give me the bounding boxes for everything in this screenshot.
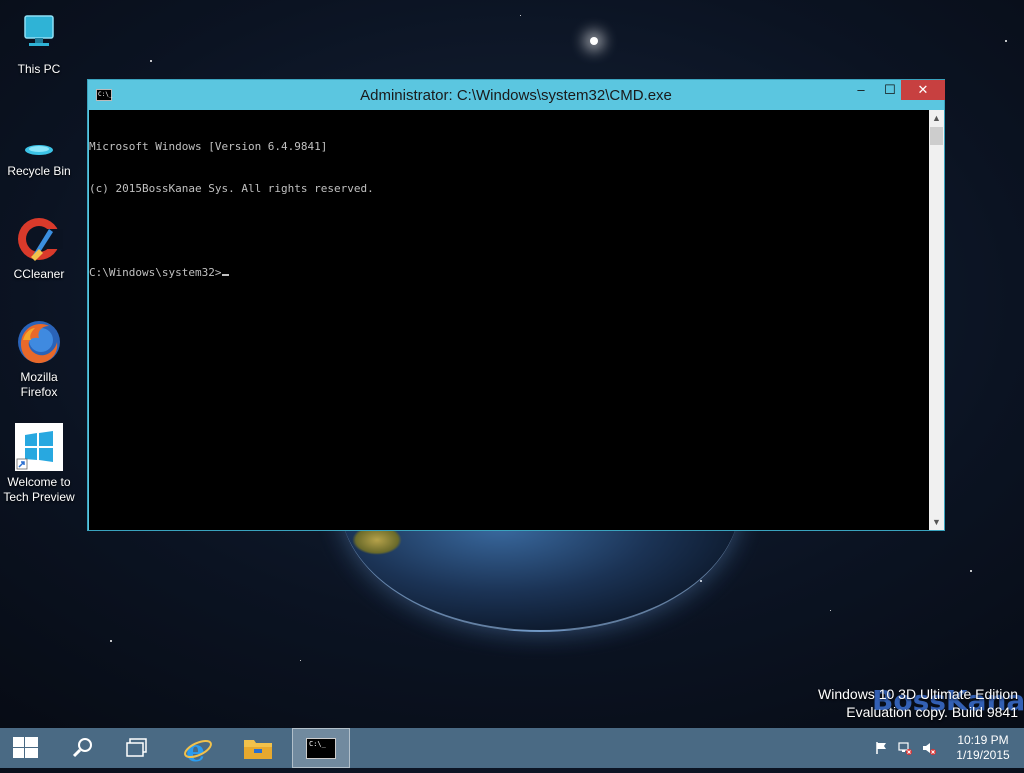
close-button[interactable]: ✕ <box>901 80 945 100</box>
desktop-icon-firefox[interactable]: Mozilla Firefox <box>0 318 78 400</box>
star <box>700 580 702 582</box>
title-bar[interactable]: C:\_ Administrator: C:\Windows\system32\… <box>88 80 945 110</box>
firefox-icon <box>15 318 63 366</box>
cmd-taskbar-button[interactable]: C:\_ <box>292 728 350 768</box>
clock[interactable]: 10:19 PM 1/19/2015 <box>948 733 1018 763</box>
desktop-icon-label: CCleaner <box>13 267 65 281</box>
vertical-scrollbar[interactable]: ▲ ▼ <box>929 110 944 530</box>
console-prompt: C:\Windows\system32> <box>89 266 222 279</box>
network-icon[interactable] <box>898 741 912 755</box>
file-explorer-button[interactable] <box>230 728 286 768</box>
taskbar: e C:\_ 10:19 PM 1/19/2015 <box>0 728 1024 769</box>
minimize-button[interactable]: – <box>846 80 876 100</box>
scroll-up-arrow-icon[interactable]: ▲ <box>929 110 944 126</box>
task-view-button[interactable] <box>110 728 166 768</box>
console-output[interactable]: Microsoft Windows [Version 6.4.9841] (c)… <box>89 110 929 530</box>
edition-watermark: Windows 10 3D Ultimate Edition Evaluatio… <box>818 685 1018 721</box>
ccleaner-icon <box>15 215 63 263</box>
scroll-thumb[interactable] <box>930 127 943 145</box>
desktop-icon-welcome[interactable]: Welcome to Tech Preview <box>0 423 78 505</box>
desktop-icon-label: Mozilla Firefox <box>20 370 58 399</box>
text-cursor <box>222 274 230 276</box>
internet-explorer-icon: e <box>184 734 212 769</box>
search-icon <box>72 738 92 758</box>
desktop-icon-recycle-bin[interactable]: Recycle Bin <box>0 130 78 179</box>
windows-icon <box>15 423 63 471</box>
flag-icon[interactable] <box>874 741 888 755</box>
star <box>150 60 152 62</box>
scroll-down-arrow-icon[interactable]: ▼ <box>929 514 944 530</box>
star <box>110 640 112 642</box>
console-line: (c) 2015BossKanae Sys. All rights reserv… <box>89 182 374 195</box>
star <box>520 15 521 16</box>
start-button[interactable] <box>0 728 56 768</box>
window-title: Administrator: C:\Windows\system32\CMD.e… <box>360 87 672 104</box>
desktop-icon-label: Recycle Bin <box>7 164 71 178</box>
console-line: Microsoft Windows [Version 6.4.9841] <box>89 140 328 153</box>
star <box>300 660 301 661</box>
volume-muted-icon[interactable] <box>922 741 936 755</box>
recycle-bin-icon <box>15 130 63 160</box>
desktop-icon-label: This PC <box>17 62 61 76</box>
computer-icon <box>15 10 63 58</box>
star <box>590 37 598 45</box>
cmd-window[interactable]: C:\_ Administrator: C:\Windows\system32\… <box>87 79 945 531</box>
task-view-icon <box>126 738 147 757</box>
svg-text:e: e <box>186 734 205 768</box>
clock-date: 1/19/2015 <box>956 748 1010 762</box>
clock-time: 10:19 PM <box>957 733 1009 747</box>
system-tray <box>870 728 950 768</box>
cmd-icon: C:\_ <box>306 738 336 759</box>
star <box>1005 40 1007 42</box>
desktop-icon-label: Welcome to Tech Preview <box>3 475 75 504</box>
edition-line: Windows 10 3D Ultimate Edition <box>818 686 1018 702</box>
file-explorer-icon <box>244 740 272 759</box>
internet-explorer-button[interactable]: e <box>170 728 226 769</box>
desktop-icon-this-pc[interactable]: This PC <box>0 10 78 77</box>
start-icon <box>13 737 38 758</box>
build-line: Evaluation copy. Build 9841 <box>846 704 1018 720</box>
star <box>970 570 972 572</box>
desktop-icon-ccleaner[interactable]: CCleaner <box>0 215 78 282</box>
search-button[interactable] <box>54 728 110 768</box>
star <box>830 610 831 611</box>
